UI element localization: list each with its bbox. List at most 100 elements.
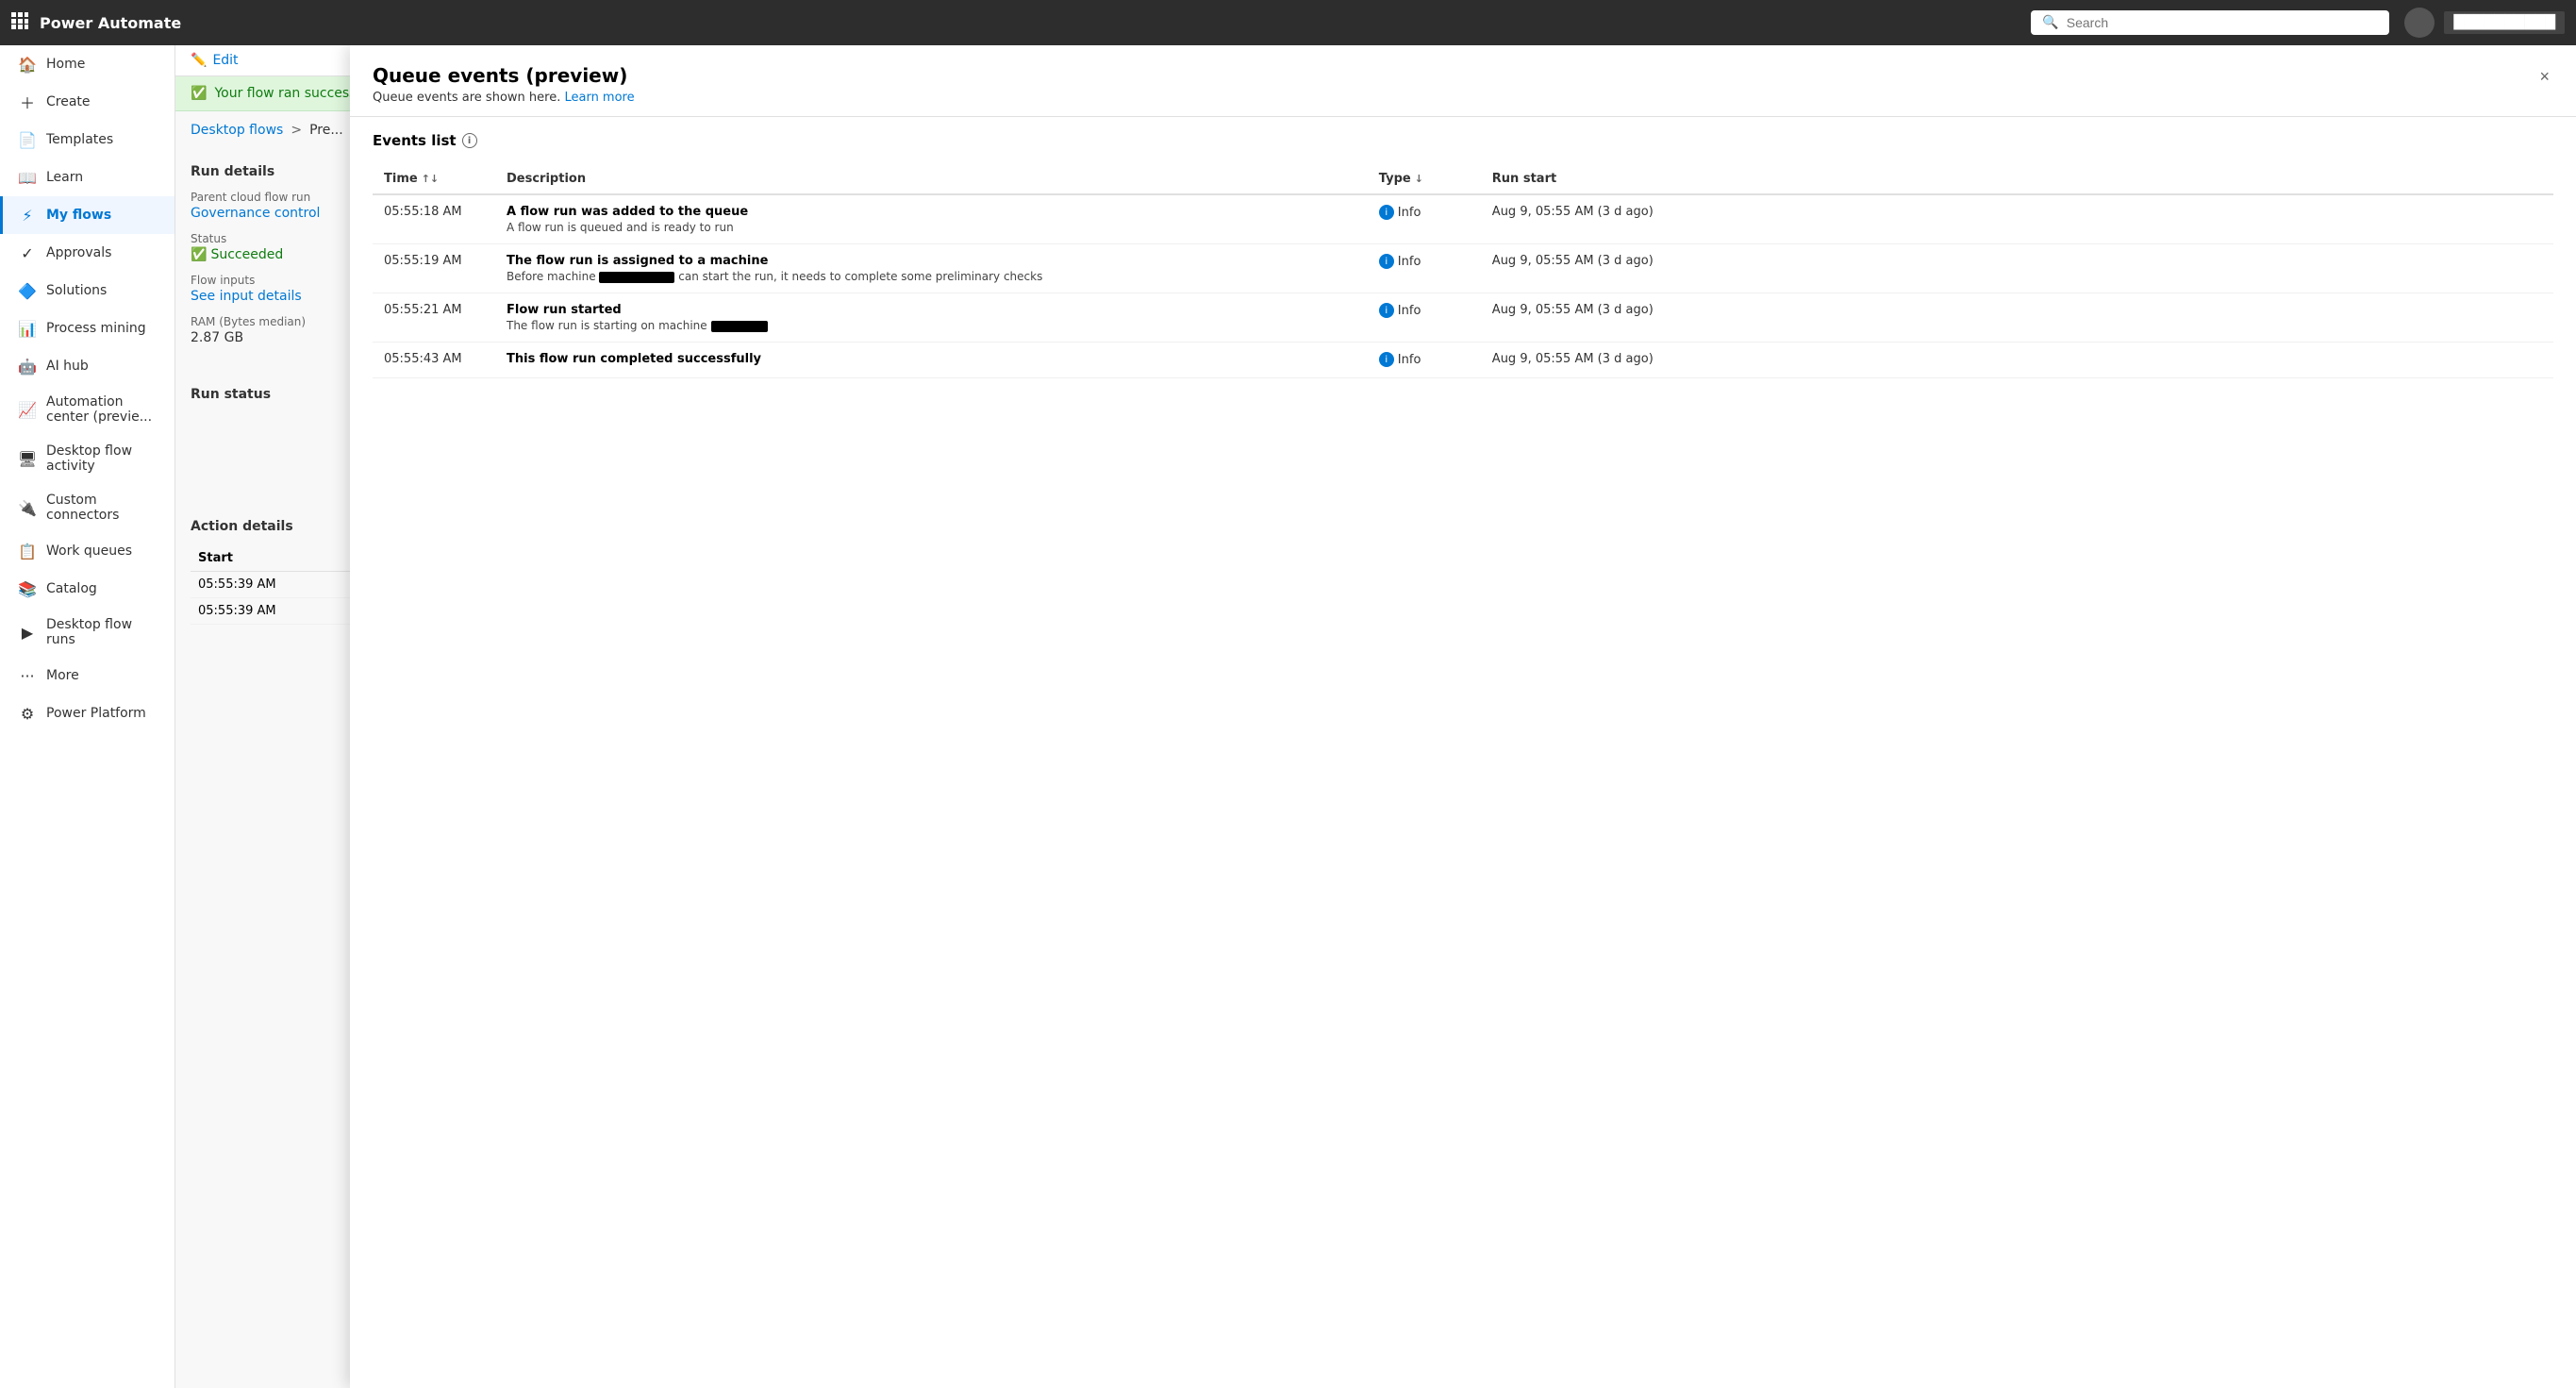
breadcrumb-separator: > bbox=[291, 123, 302, 138]
sidebar-label-desktop-flow-runs: Desktop flow runs bbox=[46, 617, 159, 647]
sidebar-label-catalog: Catalog bbox=[46, 581, 97, 596]
events-list-title: Events list i bbox=[373, 132, 2553, 149]
col-header-run-start: Run start bbox=[1481, 164, 2553, 194]
sidebar-item-solutions[interactable]: 🔷 Solutions bbox=[0, 272, 175, 309]
event-runstart-1: Aug 9, 05:55 AM (3 d ago) bbox=[1481, 244, 2553, 293]
home-icon: 🏠 bbox=[18, 55, 37, 74]
events-table: Time ↑↓ Description Type ↓ bbox=[373, 164, 2553, 378]
col-header-time: Time ↑↓ bbox=[373, 164, 495, 194]
event-time-0: 05:55:18 AM bbox=[373, 194, 495, 244]
sidebar-item-ai-hub[interactable]: 🤖 AI hub bbox=[0, 347, 175, 385]
event-type-2: i Info bbox=[1368, 293, 1481, 343]
sidebar-label-create: Create bbox=[46, 94, 91, 109]
type-label: Info bbox=[1398, 353, 1421, 367]
redacted-text bbox=[711, 321, 768, 332]
sidebar-item-power-platform[interactable]: ⚙ Power Platform bbox=[0, 694, 175, 732]
event-desc-title-3: This flow run completed successfully bbox=[507, 352, 1356, 366]
sidebar-item-catalog[interactable]: 📚 Catalog bbox=[0, 570, 175, 608]
search-bar[interactable]: 🔍 bbox=[2031, 10, 2389, 35]
table-row: 05:55:19 AMThe flow run is assigned to a… bbox=[373, 244, 2553, 293]
event-desc-0: A flow run was added to the queueA flow … bbox=[495, 194, 1368, 244]
event-desc-title-1: The flow run is assigned to a machine bbox=[507, 254, 1356, 268]
sidebar-item-process-mining[interactable]: 📊 Process mining bbox=[0, 309, 175, 347]
learn-icon: 📖 bbox=[18, 168, 37, 187]
sidebar-item-templates[interactable]: 📄 Templates bbox=[0, 121, 175, 159]
sidebar-item-create[interactable]: ＋ Create bbox=[0, 83, 175, 121]
grid-icon[interactable] bbox=[11, 12, 28, 33]
sidebar-item-desktop-flow-activity[interactable]: 🖥 Desktop flow activity bbox=[0, 434, 175, 483]
desktop-flow-activity-icon: 🖥 bbox=[18, 449, 37, 468]
app-logo: Power Automate bbox=[40, 14, 2031, 32]
create-icon: ＋ bbox=[18, 92, 37, 111]
sidebar-label-custom-connectors: Custom connectors bbox=[46, 493, 159, 523]
sidebar-item-more[interactable]: ··· More bbox=[0, 657, 175, 694]
sidebar-label-home: Home bbox=[46, 57, 85, 72]
event-time-3: 05:55:43 AM bbox=[373, 343, 495, 378]
edit-icon: ✏️ bbox=[191, 53, 207, 68]
event-desc-3: This flow run completed successfully bbox=[495, 343, 1368, 378]
approvals-icon: ✓ bbox=[18, 243, 37, 262]
sidebar-item-learn[interactable]: 📖 Learn bbox=[0, 159, 175, 196]
table-row: 05:55:18 AMA flow run was added to the q… bbox=[373, 194, 2553, 244]
breadcrumb-desktop-flows[interactable]: Desktop flows bbox=[191, 123, 283, 138]
power-platform-icon: ⚙ bbox=[18, 704, 37, 723]
type-info-icon: i bbox=[1379, 254, 1394, 269]
type-label: Info bbox=[1398, 255, 1421, 269]
type-label: Info bbox=[1398, 304, 1421, 318]
event-type-3: i Info bbox=[1368, 343, 1481, 378]
type-info-icon: i bbox=[1379, 205, 1394, 220]
events-table-header: Time ↑↓ Description Type ↓ bbox=[373, 164, 2553, 194]
event-runstart-2: Aug 9, 05:55 AM (3 d ago) bbox=[1481, 293, 2553, 343]
sidebar-item-my-flows[interactable]: ⚡ My flows bbox=[0, 196, 175, 234]
event-runstart-0: Aug 9, 05:55 AM (3 d ago) bbox=[1481, 194, 2553, 244]
templates-icon: 📄 bbox=[18, 130, 37, 149]
event-desc-2: Flow run startedThe flow run is starting… bbox=[495, 293, 1368, 343]
search-icon: 🔍 bbox=[2042, 15, 2058, 30]
sidebar-label-power-platform: Power Platform bbox=[46, 706, 146, 721]
sidebar-label-work-queues: Work queues bbox=[46, 543, 132, 559]
ai-hub-icon: 🤖 bbox=[18, 357, 37, 376]
catalog-icon: 📚 bbox=[18, 579, 37, 598]
sidebar-item-approvals[interactable]: ✓ Approvals bbox=[0, 234, 175, 272]
sort-icon-type: ↓ bbox=[1415, 173, 1423, 185]
panel-subtitle: Queue events are shown here. Learn more bbox=[373, 91, 635, 105]
event-desc-sub-0: A flow run is queued and is ready to run bbox=[507, 221, 1356, 234]
sidebar-label-more: More bbox=[46, 668, 79, 683]
main-layout: 🏠 Home ＋ Create 📄 Templates 📖 Learn ⚡ My… bbox=[0, 45, 2576, 1388]
panel-title: Queue events (preview) bbox=[373, 64, 635, 87]
sidebar-item-desktop-flow-runs[interactable]: ▶ Desktop flow runs bbox=[0, 608, 175, 657]
work-queues-icon: 📋 bbox=[18, 542, 37, 560]
event-desc-title-2: Flow run started bbox=[507, 303, 1356, 317]
sidebar: 🏠 Home ＋ Create 📄 Templates 📖 Learn ⚡ My… bbox=[0, 45, 175, 1388]
succeeded-icon: ✅ bbox=[191, 247, 207, 262]
automation-center-icon: 📈 bbox=[18, 400, 37, 419]
topbar-actions: ██████████ bbox=[2404, 8, 2565, 38]
sidebar-item-automation-center[interactable]: 📈 Automation center (previe... bbox=[0, 385, 175, 434]
avatar[interactable] bbox=[2404, 8, 2435, 38]
sidebar-label-desktop-flow-activity: Desktop flow activity bbox=[46, 443, 159, 474]
sidebar-label-automation-center: Automation center (previe... bbox=[46, 394, 159, 425]
sort-icon-time: ↑↓ bbox=[422, 173, 439, 185]
panel-close-button[interactable]: × bbox=[2535, 64, 2553, 89]
desktop-flow-runs-icon: ▶ bbox=[18, 623, 37, 642]
queue-events-panel: Queue events (preview) Queue events are … bbox=[350, 45, 2576, 1388]
sidebar-label-learn: Learn bbox=[46, 170, 83, 185]
topbar: Power Automate 🔍 ██████████ bbox=[0, 0, 2576, 45]
type-info-icon: i bbox=[1379, 352, 1394, 367]
panel-header: Queue events (preview) Queue events are … bbox=[350, 45, 2576, 117]
sidebar-label-ai-hub: AI hub bbox=[46, 359, 89, 374]
search-input[interactable] bbox=[2067, 15, 2379, 30]
sidebar-label-templates: Templates bbox=[46, 132, 113, 147]
learn-more-link[interactable]: Learn more bbox=[564, 91, 634, 105]
event-type-1: i Info bbox=[1368, 244, 1481, 293]
events-info-icon: i bbox=[462, 133, 477, 148]
sidebar-item-work-queues[interactable]: 📋 Work queues bbox=[0, 532, 175, 570]
events-section: Events list i Time ↑↓ bbox=[350, 117, 2576, 393]
event-desc-sub-1: Before machine can start the run, it nee… bbox=[507, 270, 1356, 283]
sidebar-item-custom-connectors[interactable]: 🔌 Custom connectors bbox=[0, 483, 175, 532]
sidebar-label-my-flows: My flows bbox=[46, 208, 111, 223]
panel-header-text: Queue events (preview) Queue events are … bbox=[373, 64, 635, 105]
type-label: Info bbox=[1398, 206, 1421, 220]
sidebar-item-home[interactable]: 🏠 Home bbox=[0, 45, 175, 83]
col-header-description: Description bbox=[495, 164, 1368, 194]
